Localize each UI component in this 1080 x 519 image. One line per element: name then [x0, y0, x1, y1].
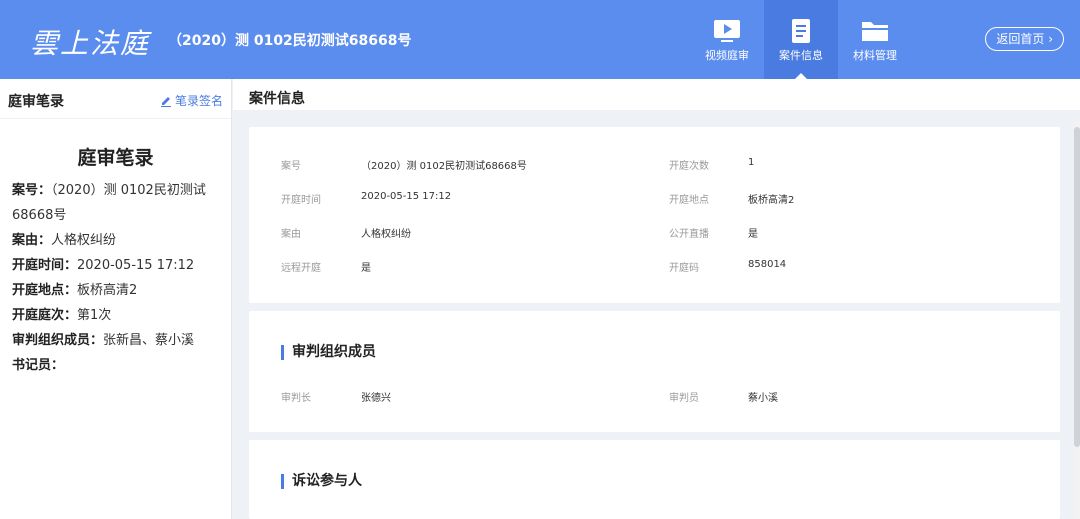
nav-materials-label: 材料管理: [853, 49, 897, 62]
record-sign-button[interactable]: 笔录签名: [160, 92, 223, 109]
live-label: 公开直播: [669, 229, 709, 240]
record-title: 庭审笔录: [77, 147, 154, 169]
main-header: 案件信息: [233, 79, 1080, 111]
time-label: 开庭时间: [281, 195, 321, 206]
record-field-clerk: 书记员：: [12, 358, 65, 373]
trial-record-panel: 庭审笔录 笔录签名 庭审笔录 案号：（2020）测 0102民初测试68668号…: [0, 79, 232, 519]
main-title: 案件信息: [249, 91, 305, 107]
main-scrollbar-thumb[interactable]: [1074, 127, 1080, 447]
case-info-card: 案号 （2020）测 0102民初测试68668号 开庭次数 1 开庭时间 20…: [249, 127, 1060, 303]
nav-case-info-label: 案件信息: [779, 49, 823, 62]
nav-video-trial[interactable]: 视频庭审: [690, 0, 764, 79]
place-value: 板桥高清2: [748, 195, 795, 206]
code-value: 858014: [748, 259, 787, 270]
case-title: （2020）测 0102民初测试68668号: [168, 33, 412, 49]
trial-record-panel-title: 庭审笔录: [8, 94, 64, 110]
case-no-value: （2020）测 0102民初测试68668号: [361, 161, 527, 172]
record-field-cause: 案由：人格权纠纷: [12, 233, 117, 248]
sessions-value: 1: [748, 157, 755, 168]
place-label: 开庭地点: [669, 195, 709, 206]
cause-value: 人格权纠纷: [361, 229, 411, 240]
nav-materials[interactable]: 材料管理: [838, 0, 912, 79]
nav-case-info[interactable]: 案件信息: [764, 0, 838, 79]
chief-judge-label: 审判长: [281, 393, 311, 404]
back-home-label: 返回首页: [996, 32, 1045, 46]
video-icon: [714, 20, 740, 42]
record-field-members: 审判组织成员：张新昌、蔡小溪: [12, 333, 195, 348]
sessions-label: 开庭次数: [669, 161, 709, 172]
back-home-button[interactable]: 返回首页 ›: [985, 27, 1064, 51]
case-no-label: 案号: [281, 161, 301, 172]
record-body: 案号：（2020）测 0102民初测试68668号 案由：人格权纠纷 开庭时间：…: [0, 170, 231, 378]
folder-icon: [862, 22, 888, 41]
nav-video-trial-label: 视频庭审: [705, 49, 749, 62]
record-field-time: 开庭时间：2020-05-15 17:12: [12, 258, 195, 273]
live-value: 是: [748, 229, 758, 240]
record-field-session: 开庭庭次：第1次: [12, 308, 112, 323]
trial-record-header: 庭审笔录 笔录签名: [0, 79, 231, 119]
document-icon: [792, 19, 810, 43]
code-label: 开庭码: [669, 263, 699, 274]
chief-judge-value: 张德兴: [361, 393, 391, 404]
record-field-place: 开庭地点：板桥高清2: [12, 283, 138, 298]
remote-label: 远程开庭: [281, 263, 321, 274]
top-header: 雲上法庭 （2020）测 0102民初测试68668号 视频庭审 案件信息 材料…: [0, 0, 1080, 79]
remote-value: 是: [361, 263, 371, 274]
case-info-main: 案件信息 案号 （2020）测 0102民初测试68668号 开庭次数 1 开庭…: [233, 79, 1080, 519]
judges-title: 审判组织成员: [281, 345, 376, 360]
judge-value: 蔡小溪: [748, 393, 778, 404]
record-sign-label: 笔录签名: [174, 94, 223, 108]
participants-card: 诉讼参与人: [249, 440, 1060, 519]
app-logo: 雲上法庭: [30, 27, 151, 60]
pen-icon: [160, 97, 171, 107]
judge-label: 审判员: [669, 393, 699, 404]
record-field-case-no: 案号：（2020）测 0102民初测试68668号: [12, 183, 206, 223]
judges-card: 审判组织成员 审判长 张德兴 审判员 蔡小溪: [249, 311, 1060, 432]
participants-title: 诉讼参与人: [281, 474, 362, 489]
time-value: 2020-05-15 17:12: [361, 191, 452, 202]
cause-label: 案由: [281, 229, 301, 240]
chevron-right-icon: ›: [1048, 32, 1053, 46]
